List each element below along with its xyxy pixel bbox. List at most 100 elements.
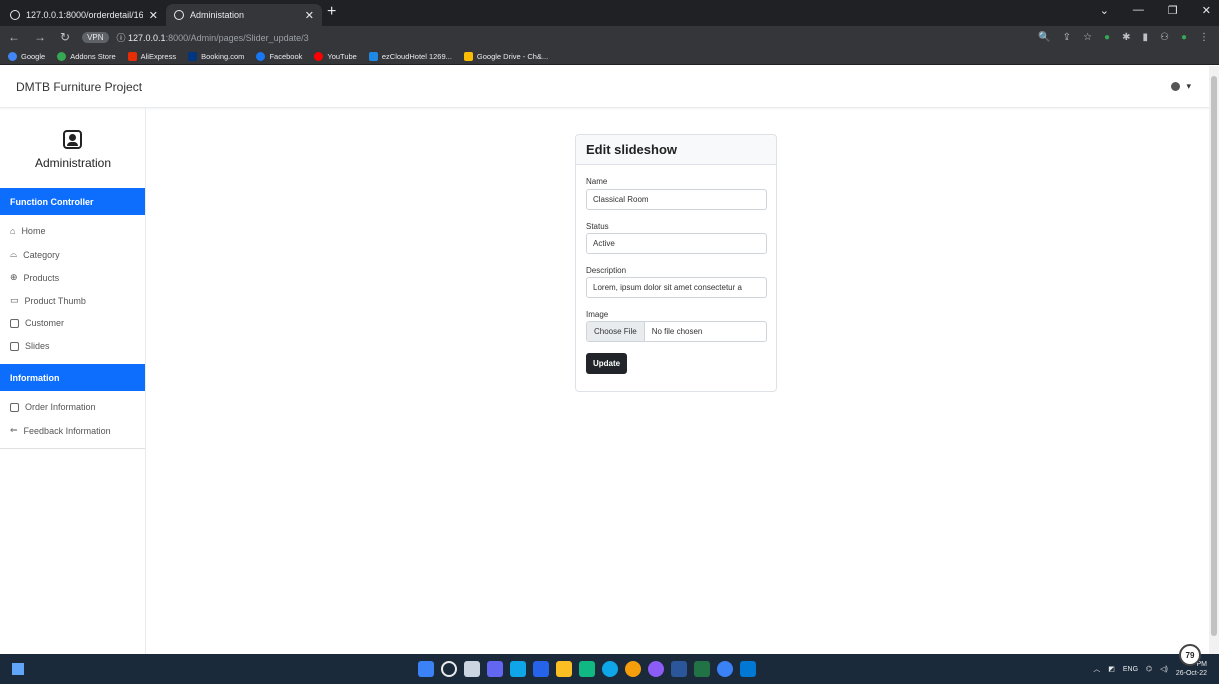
bookmark-ezcloud[interactable]: ezCloudHotel 1269... — [368, 51, 452, 61]
close-window-icon[interactable]: ✕ — [1202, 4, 1211, 17]
shield-icon[interactable]: ● — [1181, 32, 1187, 43]
image-label: Image — [586, 310, 609, 319]
bookmarks-bar: Google Addons Store AliExpress Booking.c… — [0, 48, 1219, 65]
start-icon[interactable] — [418, 661, 434, 677]
extension-icon[interactable]: ● — [1104, 32, 1110, 43]
section-information: Information — [0, 364, 145, 391]
close-icon[interactable]: ✕ — [305, 9, 314, 22]
description-input[interactable] — [586, 277, 767, 298]
update-button[interactable]: Update — [586, 353, 628, 374]
caret-down-icon: ▾ — [1186, 81, 1191, 91]
new-tab-button[interactable]: + — [327, 3, 336, 21]
sidebar-item-slides[interactable]: Slides — [10, 341, 50, 351]
task-view-icon[interactable] — [464, 661, 480, 677]
forward-icon[interactable]: → — [34, 30, 46, 44]
vscode-icon[interactable] — [740, 661, 756, 677]
notification-badge[interactable]: 79 — [1179, 644, 1201, 666]
close-icon[interactable]: ✕ — [149, 9, 158, 22]
address-bar[interactable]: ⓘ 127.0.0.1:8000/Admin/pages/Slider_upda… — [117, 31, 309, 44]
zoom-icon[interactable]: 🔍 — [1038, 32, 1050, 43]
widgets-icon[interactable] — [12, 663, 24, 675]
bookmark-youtube[interactable]: YouTube — [314, 51, 357, 61]
chevron-up-icon[interactable]: ︿ — [1093, 664, 1100, 674]
search-icon[interactable] — [441, 661, 457, 677]
user-menu[interactable]: ▾ — [1171, 81, 1191, 92]
globe-icon — [174, 10, 184, 20]
description-label: Description — [586, 266, 627, 275]
drive-icon — [463, 51, 473, 61]
sidebar-item-label: Slides — [25, 341, 50, 351]
extensions-puzzle-icon[interactable]: ✱ — [1122, 32, 1130, 43]
image-file-input[interactable]: Choose File No file chosen — [586, 321, 767, 342]
app-icon[interactable] — [579, 661, 595, 677]
url-path: :8000/Admin/pages/Slider_update/3 — [165, 32, 309, 43]
bookmark-facebook[interactable]: Facebook — [256, 51, 302, 61]
language-indicator[interactable]: ENG — [1123, 666, 1138, 673]
sidebar-item-feedback-information[interactable]: ⇐ Feedback Information — [10, 425, 111, 436]
sidebar-item-home[interactable]: ⌂ Home — [10, 226, 45, 236]
bookmark-aliexpress[interactable]: AliExpress — [127, 51, 176, 61]
bookmark-addons[interactable]: Addons Store — [57, 51, 116, 61]
image-icon: ▭ — [10, 295, 19, 305]
info-icon: ⓘ — [116, 32, 129, 43]
status-label: Status — [586, 222, 609, 231]
share-icon[interactable]: ⇪ — [1063, 32, 1071, 43]
status-input[interactable] — [586, 233, 767, 254]
restore-icon[interactable]: ❐ — [1168, 4, 1178, 17]
info-square-icon — [10, 402, 19, 412]
sidebar-item-order-information[interactable]: Order Information — [10, 402, 96, 412]
zalo-icon[interactable] — [717, 661, 733, 677]
tab-search-icon[interactable]: ⌄ — [1100, 4, 1109, 17]
profile-icon[interactable]: ⚇ — [1160, 32, 1169, 43]
bookmark-label: Addons Store — [70, 51, 116, 61]
page-viewport: DMTB Furniture Project ▾ Administration … — [0, 66, 1209, 654]
tab-orderdetail[interactable]: 127.0.0.1:8000/orderdetail/16 ✕ — [2, 4, 166, 26]
scrollbar-thumb[interactable] — [1211, 76, 1217, 636]
tab-administration[interactable]: Administation ✕ — [166, 4, 322, 26]
user-icon — [1171, 82, 1181, 91]
brand-title[interactable]: DMTB Furniture Project — [16, 80, 142, 94]
bookmark-label: Google Drive - Ch&... — [476, 51, 549, 61]
card-title: Edit slideshow — [576, 135, 776, 165]
page-scrollbar[interactable] — [1209, 66, 1219, 654]
edit-slideshow-card: Edit slideshow Name Status Description I… — [575, 134, 777, 392]
viber-icon[interactable] — [648, 661, 664, 677]
date-text: 26-Oct-22 — [1175, 670, 1207, 677]
reload-icon[interactable]: ↻ — [60, 30, 70, 44]
chat-icon[interactable] — [487, 661, 503, 677]
slides-icon — [10, 341, 19, 351]
sidepanel-icon[interactable]: ▮ — [1142, 32, 1148, 43]
choose-file-button[interactable]: Choose File — [587, 322, 645, 341]
name-input[interactable] — [586, 189, 767, 210]
bookmark-google[interactable]: Google — [8, 51, 45, 61]
minimize-icon[interactable]: — — [1133, 4, 1144, 17]
bookmark-star-icon[interactable]: ☆ — [1083, 32, 1092, 43]
file-explorer-icon[interactable] — [556, 661, 572, 677]
window-controls: ⌄ — ❐ ✕ — [1100, 4, 1211, 17]
volume-icon[interactable]: ◁) — [1160, 665, 1168, 673]
calendar-icon[interactable] — [533, 661, 549, 677]
vpn-badge[interactable]: VPN — [82, 31, 109, 43]
word-icon[interactable] — [671, 661, 687, 677]
back-icon[interactable]: ← — [8, 30, 20, 44]
section-function-controller: Function Controller — [0, 188, 145, 215]
store-icon[interactable] — [510, 661, 526, 677]
home-icon: ⌂ — [10, 226, 16, 236]
edge-icon[interactable] — [602, 661, 618, 677]
bookmark-label: Booking.com — [201, 51, 245, 61]
bookmark-drive[interactable]: Google Drive - Ch&... — [463, 51, 549, 61]
sidebar-title: Administration — [34, 156, 112, 170]
menu-kebab-icon[interactable]: ⋮ — [1199, 32, 1209, 43]
chrome-icon[interactable] — [625, 661, 641, 677]
sidebar-item-product-thumb[interactable]: ▭ Product Thumb — [10, 295, 86, 306]
wifi-icon[interactable]: ⌬ — [1146, 665, 1152, 673]
sidebar-item-category[interactable]: ⌓ Category — [10, 249, 60, 260]
toolbar-extensions: 🔍 ⇪ ☆ ● ✱ ▮ ⚇ ● ⋮ — [1038, 32, 1209, 43]
sidebar-item-products[interactable]: ⊕ Products — [10, 272, 59, 283]
network-icon[interactable]: ◩ — [1108, 665, 1115, 673]
excel-icon[interactable] — [694, 661, 710, 677]
sidebar-item-customer[interactable]: Customer — [10, 318, 64, 328]
tab-label: Administation — [190, 10, 245, 20]
aliexpress-icon — [127, 51, 137, 61]
bookmark-booking[interactable]: Booking.com — [188, 51, 245, 61]
